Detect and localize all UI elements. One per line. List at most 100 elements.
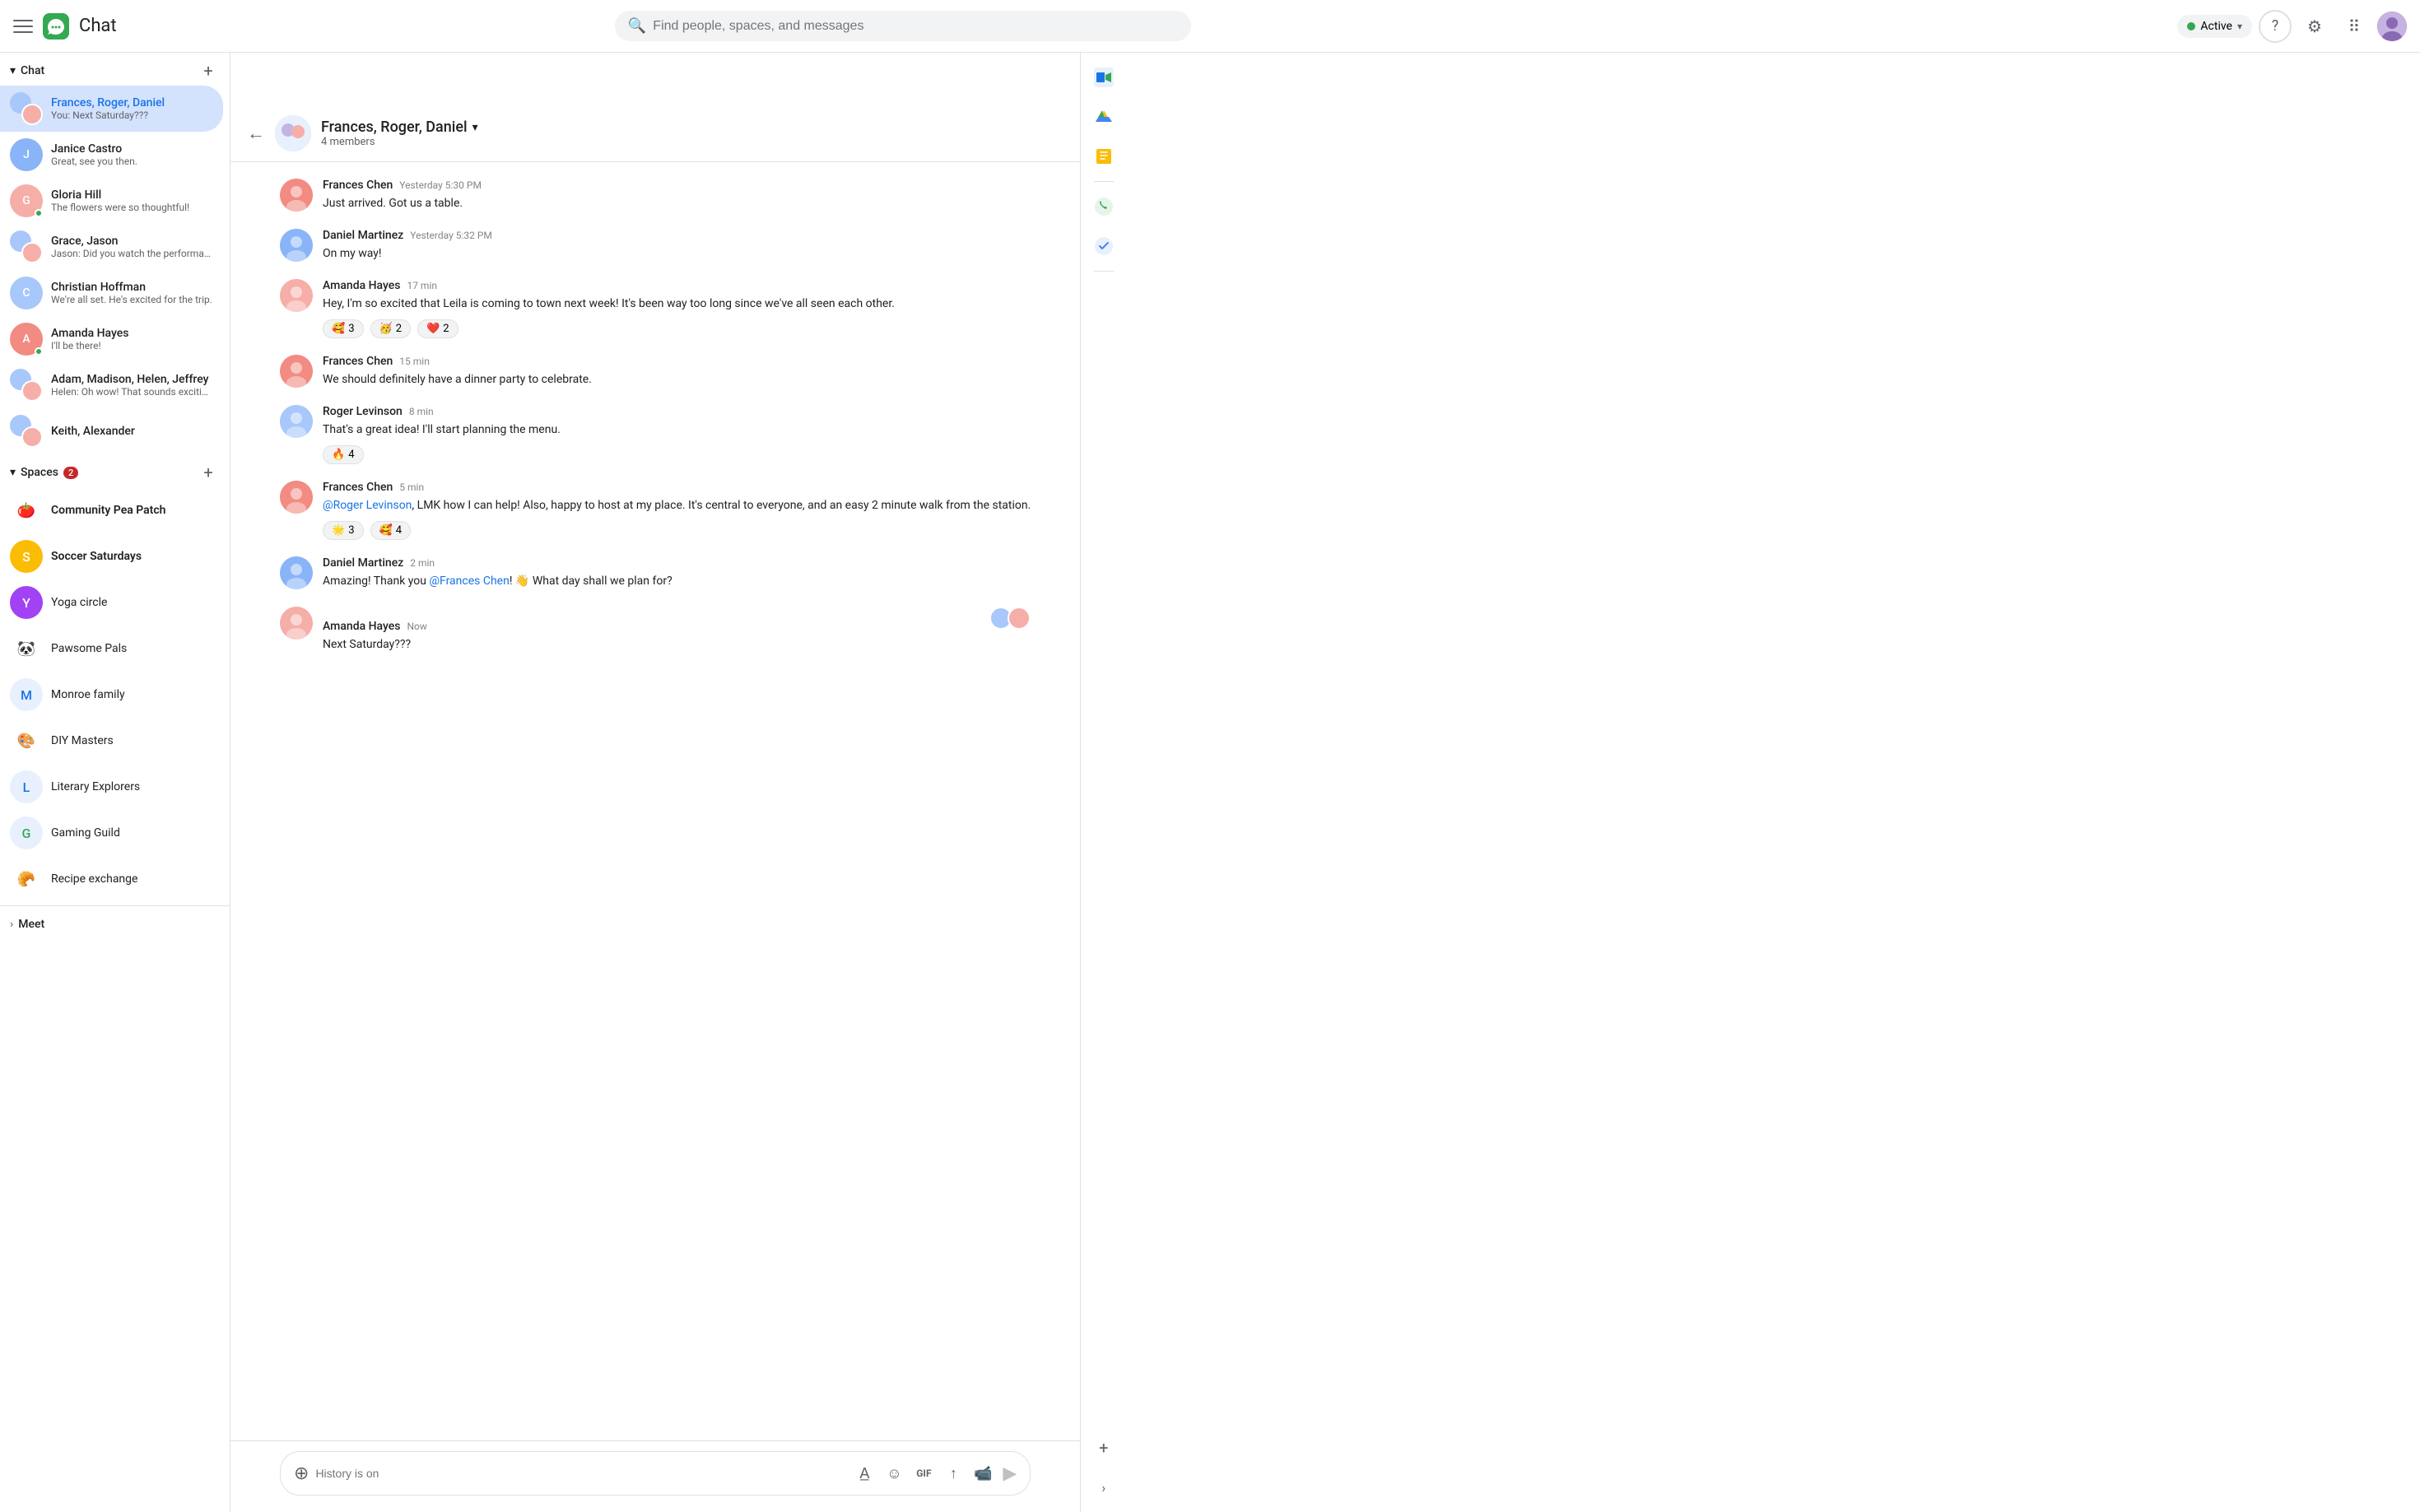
user-avatar[interactable] (2377, 12, 2407, 41)
sidebar-divider (1094, 181, 1114, 182)
add-app-button[interactable]: + (1086, 1430, 1122, 1466)
message-text: We should definitely have a dinner party… (323, 371, 1031, 388)
space-item-monroe-family[interactable]: M Monroe family (0, 672, 223, 718)
gif-button[interactable]: GIF (910, 1460, 937, 1486)
google-phone-icon[interactable] (1086, 188, 1122, 225)
message-row: Daniel Martinez Yesterday 5:32 PM On my … (280, 229, 1031, 263)
avatar-wrap: C (10, 277, 43, 309)
message-row: Daniel Martinez 2 min Amazing! Thank you… (280, 556, 1031, 590)
mention-link[interactable]: @Frances Chen (429, 575, 509, 588)
reaction-chip[interactable]: 🥰 4 (370, 521, 412, 540)
chat-name: Adam, Madison, Helen, Jeffrey (51, 373, 213, 386)
chat-item-amanda-hayes[interactable]: A Amanda Hayes I'll be there! (0, 316, 223, 362)
hamburger-menu[interactable] (13, 16, 33, 36)
chat-section-header[interactable]: ▾ Chat + (0, 53, 230, 86)
input-area: ⊕ A̲ ☺ GIF ↑ 📹 ▶ (230, 1440, 1080, 1512)
message-text: Next Saturday??? (323, 636, 1031, 654)
chat-list: Frances, Roger, Daniel You: Next Saturda… (0, 86, 230, 454)
avatar-group (10, 230, 43, 263)
chat-item-christian-hoffman[interactable]: C Christian Hoffman We're all set. He's … (0, 270, 223, 316)
settings-button[interactable]: ⚙ (2298, 10, 2331, 43)
app-title: Chat (79, 16, 117, 36)
back-button[interactable]: ← (247, 123, 265, 144)
active-status-button[interactable]: Active ▾ (2177, 15, 2252, 38)
add-space-button[interactable]: + (197, 461, 220, 484)
add-content-button[interactable]: ⊕ (294, 1463, 309, 1484)
input-bar: ⊕ A̲ ☺ GIF ↑ 📹 ▶ (280, 1451, 1031, 1496)
space-item-literary-explorers[interactable]: L Literary Explorers (0, 764, 223, 810)
reactions: 🌟 3 🥰 4 (323, 521, 1031, 540)
reaction-count: 4 (348, 449, 354, 461)
reaction-chip[interactable]: 🌟 3 (323, 521, 364, 540)
space-item-soccer-saturdays[interactable]: S Soccer Saturdays (0, 533, 223, 579)
google-tasks-icon[interactable] (1086, 228, 1122, 264)
chat-info: Christian Hoffman We're all set. He's ex… (51, 281, 213, 305)
message-text-content: On my way! (323, 247, 381, 260)
emoji-button[interactable]: ☺ (881, 1460, 907, 1486)
reaction-count: 4 (396, 524, 402, 537)
chat-item-gloria-hill[interactable]: G Gloria Hill The flowers were so though… (0, 178, 223, 224)
chat-preview: I'll be there! (51, 340, 213, 351)
space-item-recipe-exchange[interactable]: 🥐 Recipe exchange (0, 856, 223, 902)
message-sender: Frances Chen (323, 481, 393, 494)
space-item-yoga-circle[interactable]: Y Yoga circle (0, 579, 223, 626)
message-avatar (280, 179, 313, 212)
meet-header[interactable]: › Meet (10, 913, 220, 936)
format-text-button[interactable]: A̲ (851, 1460, 877, 1486)
reaction-chip[interactable]: ❤️ 2 (417, 319, 458, 338)
sidebar: ▾ Chat + Frances, Roger, Daniel You: Nex… (0, 53, 230, 1512)
space-icon: 🍅 (10, 494, 43, 527)
active-dot (2187, 22, 2195, 30)
message-content: Daniel Martinez Yesterday 5:32 PM On my … (323, 229, 1031, 263)
video-button[interactable]: 📹 (970, 1460, 996, 1486)
mention-link[interactable]: @Roger Levinson (323, 499, 412, 512)
chat-name: Grace, Jason (51, 235, 213, 248)
reaction-chip[interactable]: 🥳 2 (370, 319, 412, 338)
message-text-content: Next Saturday??? (323, 638, 411, 651)
reaction-chip[interactable]: 🥰 3 (323, 319, 364, 338)
expand-sidebar-button[interactable]: › (1086, 1469, 1122, 1505)
spaces-section-header[interactable]: ▾ Spaces 2 + (0, 454, 230, 487)
space-icon: G (10, 816, 43, 849)
search-bar: 🔍 (615, 11, 1191, 41)
space-item-community-pea-patch[interactable]: 🍅 Community Pea Patch (0, 487, 223, 533)
chat-header-title[interactable]: Frances, Roger, Daniel ▾ (321, 119, 1063, 136)
space-item-pawsome-pals[interactable]: 🐼 Pawsome Pals (0, 626, 223, 672)
chat-item-frances-roger-daniel[interactable]: Frances, Roger, Daniel You: Next Saturda… (0, 86, 223, 132)
apps-button[interactable]: ⠿ (2338, 10, 2371, 43)
message-content: Frances Chen Yesterday 5:30 PM Just arri… (323, 179, 1031, 212)
chat-preview: You: Next Saturday??? (51, 109, 213, 121)
message-text: That's a great idea! I'll start planning… (323, 421, 1031, 439)
add-chat-button[interactable]: + (197, 59, 220, 82)
chat-item-janice-castro[interactable]: J Janice Castro Great, see you then. (0, 132, 223, 178)
chat-item-keith-alexander[interactable]: Keith, Alexander (0, 408, 223, 454)
message-row: Frances Chen 5 min @Roger Levinson, LMK … (280, 481, 1031, 540)
message-content: Amanda Hayes Now Next Saturday??? (323, 607, 1031, 654)
space-item-gaming-guild[interactable]: G Gaming Guild (0, 810, 223, 856)
chat-info: Amanda Hayes I'll be there! (51, 327, 213, 351)
message-sender: Frances Chen (323, 179, 393, 192)
chat-info: Adam, Madison, Helen, Jeffrey Helen: Oh … (51, 373, 213, 398)
message-text-content: Just arrived. Got us a table. (323, 197, 463, 210)
chat-item-grace-jason[interactable]: Grace, Jason Jason: Did you watch the pe… (0, 224, 223, 270)
chat-item-adam-madison-helen-jeffrey[interactable]: Adam, Madison, Helen, Jeffrey Helen: Oh … (0, 362, 223, 408)
google-keep-icon[interactable] (1086, 138, 1122, 174)
search-input[interactable] (653, 19, 1178, 34)
google-drive-icon[interactable] (1086, 99, 1122, 135)
app-logo (43, 13, 69, 40)
help-button[interactable]: ? (2259, 10, 2292, 43)
spaces-list: 🍅 Community Pea PatchS Soccer SaturdaysY… (0, 487, 230, 902)
message-input[interactable] (315, 1467, 845, 1480)
meet-section: › Meet (0, 905, 230, 942)
upload-button[interactable]: ↑ (940, 1460, 966, 1486)
message-content: Frances Chen 5 min @Roger Levinson, LMK … (323, 481, 1031, 540)
space-item-diy-masters[interactable]: 🎨 DIY Masters (0, 718, 223, 764)
send-button[interactable]: ▶ (1003, 1463, 1017, 1484)
reaction-chip[interactable]: 🔥 4 (323, 445, 364, 464)
message-text: Just arrived. Got us a table. (323, 195, 1031, 212)
chevron-right-icon: › (10, 918, 13, 931)
message-avatar (280, 607, 313, 640)
message-avatar (280, 355, 313, 388)
message-row: Amanda Hayes 17 min Hey, I'm so excited … (280, 279, 1031, 338)
google-meet-icon[interactable] (1086, 59, 1122, 95)
